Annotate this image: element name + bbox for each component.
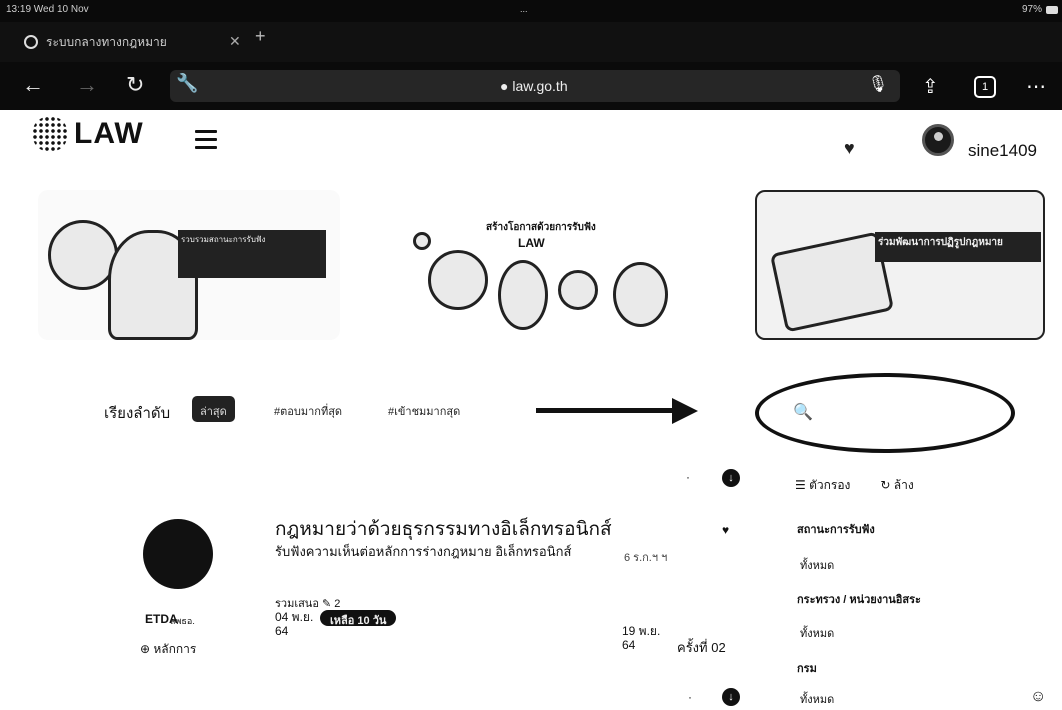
site-logo[interactable]: LAW [32, 116, 144, 152]
sort-most-views-chip[interactable]: #เข้าชมมากสุด [380, 396, 468, 422]
tab-title: ระบบกลางทางกฎหมาย [46, 34, 167, 49]
download-icon[interactable]: ↓ [722, 469, 740, 487]
filter-toolbar: ☰ ตัวกรอง ↻ ล้าง [795, 476, 914, 495]
filter-ministry-select[interactable]: ทั้งหมด [800, 624, 834, 642]
round-count: ครั้งที่ 02 [677, 640, 726, 655]
favorite-icon[interactable]: ♥ [722, 523, 729, 537]
browser-toolbar: ← → ↻ 🔧 ● law.go.th 🎙 ⇪ 1 ⋯ [0, 62, 1062, 110]
banner-2[interactable]: สร้างโอกาสด้วยการรับฟัง LAW [398, 190, 688, 340]
filter-heading-status: สถานะการรับฟัง [797, 524, 875, 536]
sort-label: เรียงลำดับ [104, 405, 171, 422]
annotation-arrow-head [672, 398, 698, 424]
avatar[interactable] [922, 124, 954, 156]
item-title[interactable]: กฎหมายว่าด้วยธุรกรรมทางอิเล็กทรอนิกส์ [275, 514, 612, 544]
clear-filter-button[interactable]: ↻ ล้าง [880, 476, 913, 495]
banner-1[interactable]: รวบรวมสถานะการรับฟัง [38, 190, 340, 340]
new-tab-button[interactable]: + [255, 26, 266, 47]
person-illustration [428, 250, 488, 310]
sort-latest-chip[interactable]: ล่าสุด [192, 396, 235, 422]
refresh-icon: ↻ [880, 478, 894, 492]
remaining-days-badge: เหลือ 10 วัน [320, 610, 397, 627]
banner-3-panel: ร่วมพัฒนาการปฏิรูปกฎหมาย [875, 232, 1041, 262]
download-icon-2[interactable]: ↓ [722, 688, 740, 706]
address-bar[interactable]: 🔧 ● law.go.th 🎙 [170, 70, 900, 102]
search-icon[interactable]: 🔍 [793, 402, 813, 422]
end-date: 19 พ.ย. 64 [622, 624, 661, 652]
forward-icon[interactable]: → [76, 72, 98, 98]
menu-icon[interactable] [195, 130, 217, 154]
list-icon: ☰ [795, 478, 810, 492]
check-icon [413, 232, 431, 250]
banner-2-subcaption: LAW [518, 236, 545, 250]
url-text: ● law.go.th [500, 78, 568, 94]
feedback-icon[interactable]: ☺ [1030, 688, 1046, 706]
more-icon[interactable]: ⋯ [1026, 74, 1046, 99]
banner-1-panel: รวบรวมสถานะการรับฟัง [178, 230, 326, 278]
item-description: รับฟังความเห็นต่อหลักการร่างกฎหมาย อิเล็… [275, 544, 572, 559]
status-time: 13:19 Wed 10 Nov [6, 4, 89, 15]
filter-menu[interactable]: ☰ ตัวกรอง [795, 476, 850, 495]
close-icon[interactable]: ✕ [229, 33, 241, 50]
filter-department-select[interactable]: ทั้งหมด [800, 690, 834, 708]
list-dot-2: · [688, 690, 692, 704]
globe-icon [24, 35, 38, 49]
item-avatar[interactable] [143, 519, 213, 589]
org-name: สพธอ. [170, 616, 195, 626]
wrench-icon[interactable]: 🔧 [176, 73, 198, 94]
status-bar: 13:19 Wed 10 Nov ... 97% [0, 0, 1062, 22]
logo-text: LAW [74, 117, 144, 150]
person-illustration-3 [558, 270, 598, 310]
browser-tab[interactable]: ระบบกลางทางกฎหมาย ✕ [24, 28, 274, 56]
share-icon[interactable]: ⇪ [922, 74, 939, 99]
sort-most-replies-chip[interactable]: #ตอบมากที่สุด [266, 396, 350, 422]
start-date: 04 พ.ย. 64 [275, 610, 314, 638]
reload-icon[interactable]: ↻ [126, 72, 144, 98]
person-illustration-2 [498, 260, 548, 330]
logo-grid-icon [32, 116, 68, 152]
filter-heading-ministry: กระทรวง / หน่วยงานอิสระ [797, 594, 921, 606]
banner-2-caption: สร้างโอกาสด้วยการรับฟัง [486, 222, 596, 233]
filter-heading-department: กรม [797, 663, 817, 675]
filter-status-select[interactable]: ทั้งหมด [800, 556, 834, 574]
banner-1-caption: รวบรวมสถานะการรับฟัง [181, 235, 266, 244]
annotation-arrow [536, 408, 676, 413]
list-dot: · [686, 470, 690, 484]
item-meta: 6 ร.ก.ฯ ฯ [624, 552, 668, 564]
microphone-icon[interactable]: 🎙 [868, 74, 888, 94]
tab-strip: ระบบกลางทางกฎหมาย ✕ + [0, 22, 1062, 62]
banner-3-caption: ร่วมพัฒนาการปฏิรูปกฎหมาย [878, 237, 1003, 248]
tabs-count-button[interactable]: 1 [974, 76, 996, 98]
principle-link[interactable]: ⊕ หลักการ [140, 640, 196, 659]
back-icon[interactable]: ← [22, 72, 44, 98]
username[interactable]: sine1409 [968, 141, 1037, 161]
person-illustration-4 [613, 262, 668, 327]
battery-percent: 97% [1021, 4, 1042, 15]
status-center: ... [520, 4, 528, 14]
heart-icon[interactable]: ♥ [844, 138, 855, 159]
battery-icon [1046, 6, 1058, 14]
banner-3[interactable]: ร่วมพัฒนาการปฏิรูปกฎหมาย [755, 190, 1045, 340]
